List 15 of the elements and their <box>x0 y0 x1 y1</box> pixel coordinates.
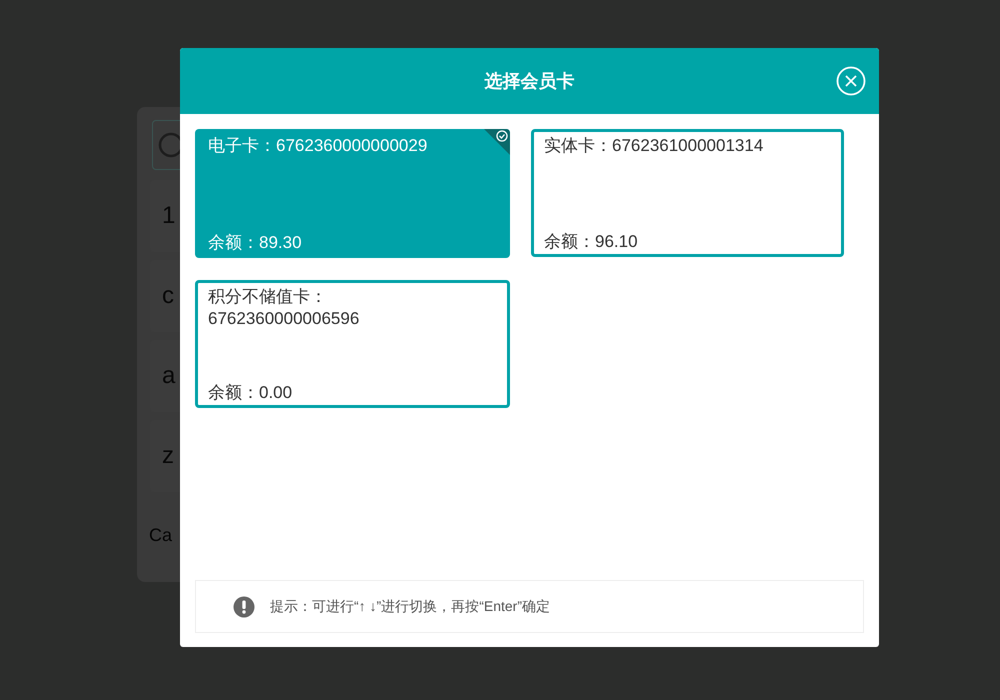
dialog-title: 选择会员卡 <box>484 70 574 92</box>
close-icon <box>836 66 866 96</box>
card-number: 积分不储值卡：6762360000006596 <box>208 286 360 330</box>
check-corner-icon <box>484 129 510 155</box>
card-balance: 余额：89.30 <box>208 232 303 254</box>
exclamation-icon <box>233 596 255 618</box>
card-number: 电子卡：6762360000000029 <box>208 135 428 157</box>
member-card[interactable]: 积分不储值卡：6762360000006596 余额：0.00 <box>195 280 510 408</box>
card-number: 实体卡：6762361000001314 <box>544 135 764 157</box>
member-card[interactable]: 实体卡：6762361000001314 余额：96.10 <box>531 129 844 257</box>
card-balance: 余额：96.10 <box>544 231 639 253</box>
card-balance: 余额：0.00 <box>208 382 294 404</box>
member-card[interactable]: 电子卡：6762360000000029 余额：89.30 <box>195 129 510 258</box>
close-button[interactable] <box>836 66 866 96</box>
hint-text: 提示：可进行“↑ ↓”进行切换，再按“Enter”确定 <box>270 597 550 616</box>
